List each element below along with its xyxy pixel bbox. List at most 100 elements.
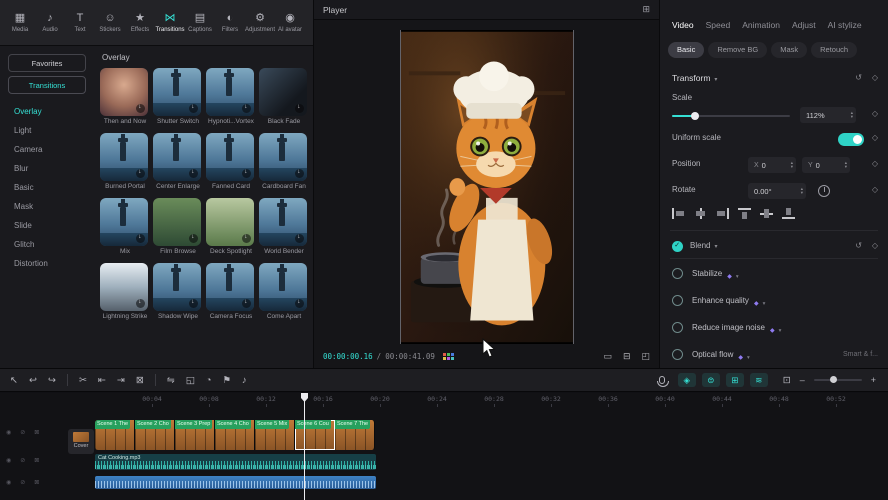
category-glitch[interactable]: Glitch: [0, 235, 94, 254]
feature-value[interactable]: Smart & f...: [843, 351, 878, 358]
trim-left-icon[interactable]: ⇤: [98, 375, 106, 386]
link-clips-icon[interactable]: ⊞: [726, 373, 744, 387]
stepper-arrows-icon[interactable]: [847, 111, 853, 119]
keyframe-icon[interactable]: ◈: [678, 373, 696, 387]
video-track-controls[interactable]: ◉ ⊘ ⊠: [6, 429, 39, 436]
feature-row-optical-flow[interactable]: Optical flowSmart & f...: [660, 341, 888, 368]
feature-row-enhance-quality[interactable]: Enhance quality: [660, 287, 888, 314]
timeline-clip-scene-2-cho[interactable]: Scene 2 Cho: [135, 420, 175, 450]
transition-item-film-browse[interactable]: Film Browse: [153, 198, 203, 255]
transition-item-black-fade[interactable]: Black Fade: [259, 68, 309, 125]
blend-checkbox[interactable]: [672, 241, 683, 252]
category-camera[interactable]: Camera: [0, 140, 94, 159]
transition-item-deck-spotlight[interactable]: Deck Spotlight: [206, 198, 256, 255]
category-light[interactable]: Light: [0, 121, 94, 140]
reset-blend-icon[interactable]: [855, 241, 862, 250]
reset-transform-icon[interactable]: [855, 73, 862, 82]
ratio-icon[interactable]: ▭: [603, 351, 612, 362]
align-top-icon[interactable]: [738, 208, 751, 219]
subtab-retouch[interactable]: Retouch: [811, 42, 857, 58]
subtab-mask[interactable]: Mask: [771, 42, 807, 58]
trim-right-icon[interactable]: ⇥: [117, 375, 125, 386]
timeline[interactable]: 00:0400:0800:1200:1600:2000:2400:2800:32…: [0, 393, 888, 500]
category-overlay[interactable]: Overlay: [0, 102, 94, 121]
toolbar-item-ai-avatar[interactable]: ◉AI avatar: [275, 12, 305, 45]
crop-icon[interactable]: ◱: [186, 375, 195, 386]
speed-icon[interactable]: ◔: [206, 375, 212, 386]
track-control-icon[interactable]: ⊠: [34, 479, 39, 486]
rotate-keyframe-icon[interactable]: [872, 185, 878, 194]
zoom-out-icon[interactable]: –: [800, 375, 805, 385]
track-control-icon[interactable]: ◉: [6, 429, 11, 436]
split-icon[interactable]: ✂: [79, 375, 87, 386]
position-y-field[interactable]: Y 0: [802, 157, 850, 173]
auto-ripple-icon[interactable]: ≋: [750, 373, 768, 387]
transition-item-come-apart[interactable]: Come Apart: [259, 263, 309, 320]
mini-player-icon[interactable]: ⊟: [623, 351, 631, 362]
toolbar-item-adjustment[interactable]: ⚙Adjustment: [245, 12, 275, 45]
transition-item-burned-portal[interactable]: Burned Portal: [100, 133, 150, 190]
track-control-icon[interactable]: ◉: [6, 479, 11, 486]
toolbar-item-media[interactable]: ▦Media: [5, 12, 35, 45]
stepper-arrows-icon[interactable]: [797, 187, 803, 195]
timeline-zoom-slider[interactable]: [814, 379, 862, 381]
position-x-field[interactable]: X 0: [748, 157, 796, 173]
timeline-clip-scene-1-the[interactable]: Scene 1 The: [95, 420, 135, 450]
timeline-clip-scene-5-mix[interactable]: Scene 5 Mix: [255, 420, 295, 450]
select-tool-icon[interactable]: ↖: [10, 375, 18, 386]
transition-item-world-bender[interactable]: World Bender: [259, 198, 309, 255]
tab-speed[interactable]: Speed: [706, 20, 731, 30]
music-track-controls[interactable]: ◉ ⊘ ⊠: [6, 479, 39, 486]
scale-slider[interactable]: [672, 115, 790, 117]
track-control-icon[interactable]: ◉: [6, 457, 11, 464]
favorites-button[interactable]: Favorites: [8, 54, 86, 72]
category-distortion[interactable]: Distortion: [0, 254, 94, 273]
blend-section[interactable]: Blend: [660, 238, 888, 256]
transition-item-then-and-now[interactable]: Then and Now: [100, 68, 150, 125]
transition-item-hypnoti-vortex[interactable]: Hypnoti...Vortex: [206, 68, 256, 125]
tab-adjust[interactable]: Adjust: [792, 20, 816, 30]
fullscreen-icon[interactable]: ◰: [641, 351, 650, 362]
category-blur[interactable]: Blur: [0, 159, 94, 178]
stepper-arrows-icon[interactable]: [841, 161, 847, 169]
align-bottom-icon[interactable]: [782, 208, 795, 219]
scale-value-box[interactable]: 112%: [800, 107, 856, 123]
timeline-ruler[interactable]: 00:0400:0800:1200:1600:2000:2400:2800:32…: [0, 395, 888, 407]
scale-keyframe-icon[interactable]: [872, 109, 878, 118]
timeline-clip-scene-3-prep[interactable]: Scene 3 Prep: [175, 420, 215, 450]
delete-icon[interactable]: ⊠: [136, 375, 144, 386]
track-control-icon[interactable]: ⊘: [20, 429, 25, 436]
toolbar-item-audio[interactable]: ♪Audio: [35, 12, 65, 45]
timeline-clip-scene-6-cou[interactable]: Scene 6 Cou: [295, 420, 335, 450]
track-view-icon[interactable]: ⊡: [783, 375, 791, 386]
track-control-icon[interactable]: ⊘: [20, 479, 25, 486]
transition-item-center-enlarge[interactable]: Center Enlarge: [153, 133, 203, 190]
align-right-icon[interactable]: [716, 208, 729, 219]
align-center-horizontal-icon[interactable]: [694, 208, 707, 219]
uniform-keyframe-icon[interactable]: [872, 133, 878, 142]
align-center-vertical-icon[interactable]: [760, 208, 773, 219]
transition-item-shadow-wipe[interactable]: Shadow Wipe: [153, 263, 203, 320]
tab-video[interactable]: Video: [672, 20, 694, 30]
tab-animation[interactable]: Animation: [742, 20, 780, 30]
position-keyframe-icon[interactable]: [872, 159, 878, 168]
toolbar-item-transitions[interactable]: ⋈Transitions: [155, 12, 185, 45]
transition-item-mix[interactable]: Mix: [100, 198, 150, 255]
transition-item-camera-focus[interactable]: Camera Focus: [206, 263, 256, 320]
color-grid-icon[interactable]: [443, 353, 454, 360]
toolbar-item-effects[interactable]: ★Effects: [125, 12, 155, 45]
category-basic[interactable]: Basic: [0, 178, 94, 197]
music-clip[interactable]: [95, 476, 376, 489]
track-control-icon[interactable]: ⊠: [34, 457, 39, 464]
mirror-icon[interactable]: ⇋: [167, 375, 175, 386]
feature-row-reduce-image-noise[interactable]: Reduce image noise: [660, 314, 888, 341]
redo-icon[interactable]: ↪: [48, 375, 56, 386]
track-control-icon[interactable]: ⊠: [34, 429, 39, 436]
rotate-field[interactable]: 0.00°: [748, 183, 806, 199]
rotate-dial-icon[interactable]: [818, 185, 830, 197]
audio-clip[interactable]: Cat Cooking.mp3: [95, 454, 376, 470]
undo-icon[interactable]: ↩: [29, 375, 37, 386]
toolbar-item-captions[interactable]: ▤Captions: [185, 12, 215, 45]
zoom-in-icon[interactable]: +: [871, 375, 876, 385]
category-mask[interactable]: Mask: [0, 197, 94, 216]
